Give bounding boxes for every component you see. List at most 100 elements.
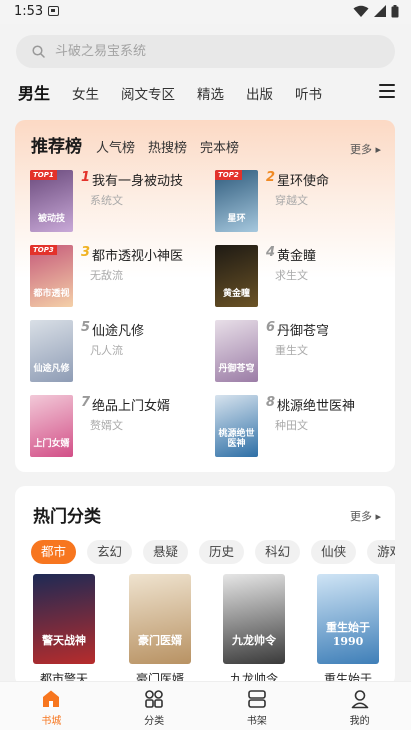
book-cover[interactable]: 丹御苍穹	[215, 320, 258, 382]
book-genre: 穿越文	[275, 194, 308, 207]
book-title: 都市透视小神医	[92, 249, 184, 264]
book-title: 黄金瞳	[277, 249, 317, 264]
cover-title: 星环	[227, 213, 246, 224]
ranking-title: 推荐榜	[31, 137, 82, 157]
nav-bookshelf-label: 书架	[246, 716, 267, 727]
chip-history[interactable]: 历史	[199, 540, 245, 564]
book-title: 绝品上门女婿	[92, 399, 171, 414]
chip-game[interactable]: 游戏	[367, 540, 395, 564]
tab-male[interactable]: 男生	[18, 80, 50, 104]
tab-popularity[interactable]: 人气榜	[96, 137, 135, 156]
tab-hot-search[interactable]: 热搜榜	[148, 137, 187, 156]
nav-category-label: 分类	[144, 716, 165, 727]
rank-item[interactable]: 丹御苍穹 6 丹御苍穹 重生文	[215, 320, 385, 384]
chip-fantasy[interactable]: 玄幻	[87, 540, 133, 564]
category-book[interactable]: 警天战神 都市警天	[33, 574, 95, 686]
category-book[interactable]: 九龙帅令 九龙帅令	[223, 574, 285, 686]
categories-card: 热门分类 更多 ▸ 都市 玄幻 悬疑 历史 科幻 仙侠 游戏 警天战神都市警天豪…	[15, 486, 395, 686]
categories-more-link[interactable]: 更多 ▸	[350, 508, 381, 524]
chip-mystery[interactable]: 悬疑	[143, 540, 189, 564]
book-cover[interactable]: 九龙帅令	[223, 574, 285, 664]
cover-title: 丹御苍穹	[218, 363, 255, 374]
categories-title: 热门分类	[33, 507, 101, 527]
ranking-more-label: 更多	[349, 143, 372, 156]
rank-item[interactable]: 被动技 TOP1 1 我有一身被动技 系统文	[30, 170, 200, 234]
book-cover[interactable]: 仙途凡修	[30, 320, 73, 382]
rank-number: 8	[266, 395, 276, 410]
book-genre: 凡人流	[90, 344, 123, 357]
rank-number: 3	[81, 245, 91, 260]
nav-bookshelf[interactable]: 书架	[206, 682, 309, 730]
rank-item[interactable]: 黄金瞳 4 黄金瞳 求生文	[215, 245, 385, 309]
book-genre: 重生文	[275, 344, 308, 357]
battery-icon	[391, 5, 399, 18]
status-bar: 1:53	[0, 0, 411, 24]
signal-icon	[374, 5, 386, 17]
nav-profile[interactable]: 我的	[308, 682, 411, 730]
cover-title: 仙途凡修	[33, 363, 70, 374]
chip-xianxia[interactable]: 仙侠	[311, 540, 357, 564]
cover-title: 上门女婿	[33, 438, 70, 449]
tab-female[interactable]: 女生	[72, 83, 99, 103]
top-badge: TOP1	[30, 170, 57, 180]
book-cover[interactable]: 都市透视 TOP3	[30, 245, 73, 307]
menu-icon[interactable]	[379, 84, 395, 98]
rank-number: 4	[266, 245, 276, 260]
category-book[interactable]: 豪门医婿 豪门医婿	[129, 574, 191, 686]
nav-category[interactable]: 分类	[103, 682, 206, 730]
wifi-icon	[353, 5, 369, 17]
status-icons	[353, 5, 399, 18]
search-bar[interactable]	[16, 35, 395, 68]
cover-title: 桃源绝世医神	[218, 429, 255, 449]
category-chips: 都市 玄幻 悬疑 历史 科幻 仙侠 游戏	[31, 540, 395, 564]
tab-featured[interactable]: 精选	[197, 83, 224, 103]
book-cover[interactable]: 被动技 TOP1	[30, 170, 73, 232]
search-icon	[32, 45, 45, 58]
book-cover[interactable]: 警天战神	[33, 574, 95, 664]
tab-publish[interactable]: 出版	[246, 83, 273, 103]
book-cover[interactable]: 桃源绝世医神	[215, 395, 258, 457]
channel-tabs: 男生 女生 阅文专区 精选 出版 听书	[18, 80, 344, 104]
tab-yuewen[interactable]: 阅文专区	[121, 83, 175, 103]
rank-number: 5	[81, 320, 91, 335]
rank-item[interactable]: 都市透视 TOP3 3 都市透视小神医 无敌流	[30, 245, 200, 309]
book-cover[interactable]: 重生始于1990	[317, 574, 379, 664]
nav-bookstore[interactable]: 书城	[0, 682, 103, 730]
cover-title: 重生始于1990	[326, 621, 370, 648]
book-genre: 求生文	[275, 269, 308, 282]
nav-profile-label: 我的	[349, 716, 370, 727]
book-genre: 赘婿文	[90, 419, 123, 432]
search-input[interactable]	[55, 44, 355, 59]
tab-completed[interactable]: 完本榜	[200, 137, 239, 156]
book-cover[interactable]: 上门女婿	[30, 395, 73, 457]
category-book[interactable]: 重生始于1990 重生始于	[317, 574, 379, 686]
cover-title: 九龙帅令	[232, 634, 276, 647]
ranking-card: 推荐榜 人气榜 热搜榜 完本榜 更多 ▸ 被动技 TOP1 1 我有一身被动技 系统文星…	[15, 120, 395, 472]
rank-number: 1	[81, 170, 91, 185]
rank-item[interactable]: 星环 TOP2 2 星环使命 穿越文	[215, 170, 385, 234]
categories-more-label: 更多	[349, 510, 372, 523]
book-cover[interactable]: 星环 TOP2	[215, 170, 258, 232]
bookstore-icon	[43, 690, 60, 707]
cover-title: 豪门医婿	[138, 634, 182, 647]
tab-audiobook[interactable]: 听书	[295, 83, 322, 103]
book-genre: 无敌流	[90, 269, 123, 282]
status-time: 1:53	[14, 4, 44, 19]
rank-item[interactable]: 上门女婿 7 绝品上门女婿 赘婿文	[30, 395, 200, 459]
book-title: 我有一身被动技	[92, 174, 184, 189]
rank-item[interactable]: 仙途凡修 5 仙途凡修 凡人流	[30, 320, 200, 384]
chip-urban[interactable]: 都市	[31, 540, 77, 564]
chip-scifi[interactable]: 科幻	[255, 540, 301, 564]
book-genre: 种田文	[275, 419, 308, 432]
rank-item[interactable]: 桃源绝世医神 8 桃源绝世医神 种田文	[215, 395, 385, 459]
cover-title: 被动技	[37, 213, 65, 224]
bookshelf-icon	[248, 690, 266, 708]
top-badge: TOP3	[30, 245, 57, 255]
rank-number: 2	[266, 170, 276, 185]
top-badge: TOP2	[215, 170, 242, 180]
book-title: 仙途凡修	[92, 324, 145, 339]
book-cover[interactable]: 豪门医婿	[129, 574, 191, 664]
ranking-more-link[interactable]: 更多 ▸	[350, 141, 381, 157]
book-cover[interactable]: 黄金瞳	[215, 245, 258, 307]
cover-title: 都市透视	[33, 288, 70, 299]
